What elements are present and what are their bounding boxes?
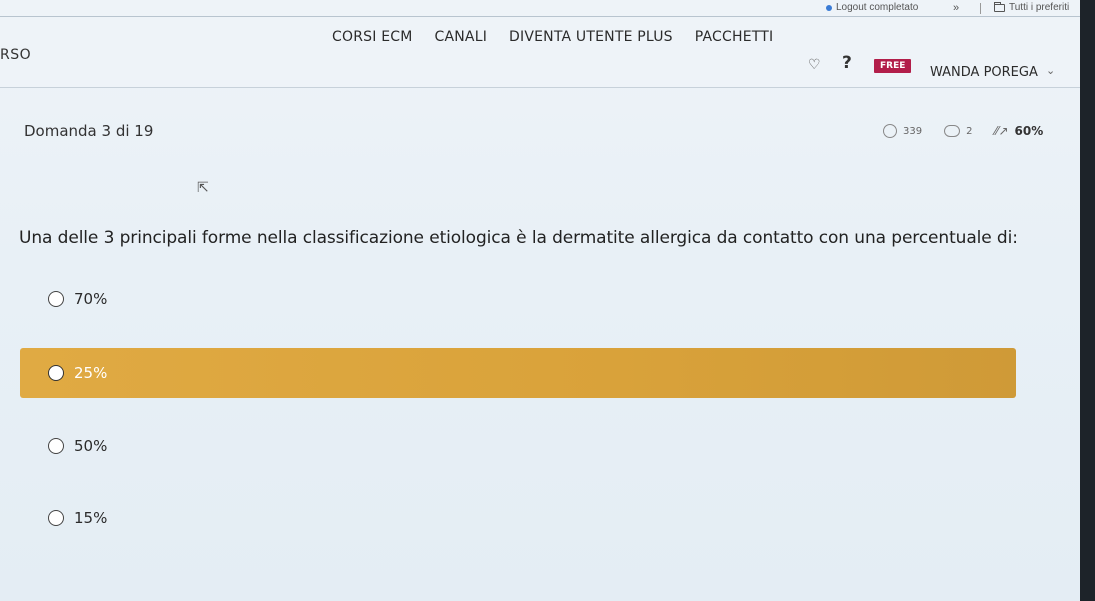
nav-corsi-ecm[interactable]: CORSI ECM bbox=[332, 29, 413, 45]
answer-option[interactable]: 50% bbox=[20, 421, 1016, 471]
stat-percent-value: 60% bbox=[1014, 124, 1044, 138]
help-icon[interactable]: ? bbox=[842, 53, 852, 73]
bookmarks-divider bbox=[980, 3, 981, 14]
nav-pacchetti[interactable]: PACCHETTI bbox=[695, 29, 774, 45]
stat-time: 339 bbox=[883, 124, 922, 138]
question-counter: Domanda 3 di 19 bbox=[24, 122, 154, 140]
trend-icon: ⁄⁄↗ bbox=[994, 124, 1009, 138]
brand-logo-text[interactable]: RSO bbox=[0, 47, 31, 63]
heart-icon[interactable]: ♡ bbox=[808, 57, 821, 73]
stat-percent: ⁄⁄↗ 60% bbox=[994, 124, 1043, 138]
main-nav: CORSI ECM CANALI DIVENTA UTENTE PLUS PAC… bbox=[332, 17, 795, 57]
radio-button[interactable] bbox=[48, 291, 64, 307]
answer-option-label: 15% bbox=[74, 509, 108, 527]
answer-option-label: 50% bbox=[74, 437, 108, 455]
bookmark-logout-label: Logout completato bbox=[836, 2, 919, 13]
question-text: Una delle 3 principali forme nella class… bbox=[19, 228, 1018, 248]
stat-comments-value: 2 bbox=[966, 125, 973, 137]
bookmarks-more-button[interactable]: » bbox=[953, 2, 959, 14]
bookmark-all-favorites-label: Tutti i preferiti bbox=[1009, 2, 1070, 13]
folder-icon bbox=[994, 1, 1005, 12]
quiz-stats: 339 2 ⁄⁄↗ 60% bbox=[883, 124, 1065, 138]
bookmark-all-favorites[interactable]: Tutti i preferiti bbox=[994, 1, 1070, 13]
mouse-cursor-icon: ⇱ bbox=[197, 180, 209, 196]
chevron-down-icon[interactable]: ⌄ bbox=[1046, 64, 1055, 77]
answer-option[interactable]: 70% bbox=[20, 274, 1016, 324]
stat-time-value: 339 bbox=[903, 125, 923, 137]
nav-diventa-utente-plus[interactable]: DIVENTA UTENTE PLUS bbox=[509, 29, 673, 45]
bookmarks-bar: Logout completato » Tutti i preferiti bbox=[0, 0, 1095, 16]
answer-option[interactable]: 15% bbox=[20, 493, 1016, 543]
screen-bezel bbox=[1080, 0, 1095, 601]
answer-option-label: 25% bbox=[74, 364, 108, 382]
comment-icon bbox=[944, 125, 961, 137]
user-menu[interactable]: WANDA POREGA bbox=[930, 65, 1038, 80]
radio-button[interactable] bbox=[48, 365, 64, 381]
answer-option-label: 70% bbox=[74, 290, 108, 308]
nav-canali[interactable]: CANALI bbox=[435, 29, 488, 45]
bookmark-logout[interactable]: Logout completato bbox=[826, 2, 918, 13]
site-header: RSO CORSI ECM CANALI DIVENTA UTENTE PLUS… bbox=[0, 16, 1080, 88]
stat-comments: 2 bbox=[944, 125, 972, 137]
bookmark-dot-icon bbox=[826, 4, 832, 11]
radio-button[interactable] bbox=[48, 510, 64, 526]
radio-button[interactable] bbox=[48, 438, 64, 454]
answer-option-selected[interactable]: 25% bbox=[20, 348, 1016, 398]
free-badge: FREE bbox=[874, 59, 912, 73]
timer-icon bbox=[883, 124, 897, 138]
